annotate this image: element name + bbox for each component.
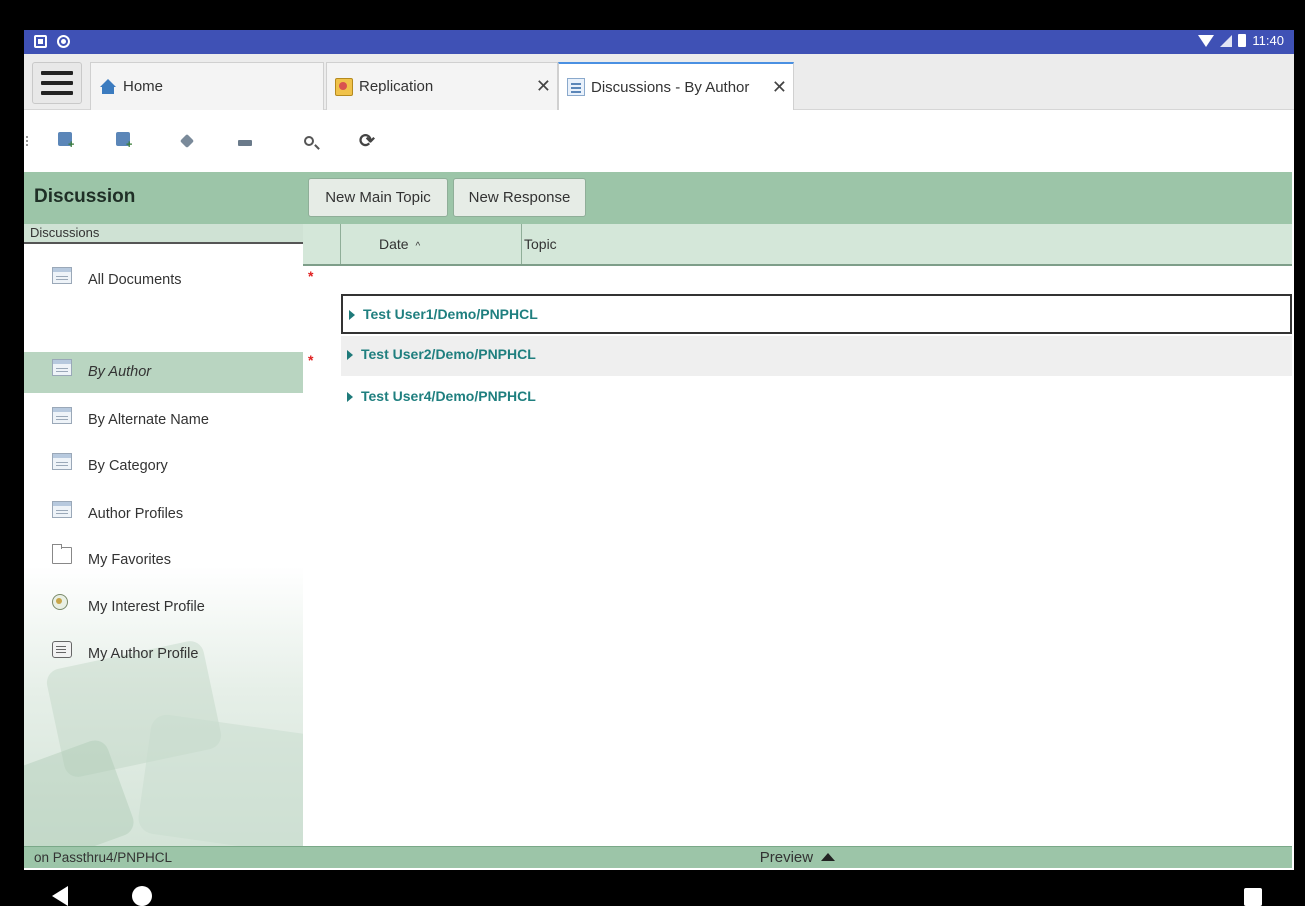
close-icon[interactable]: ✕ (772, 78, 787, 96)
nav-item-by-author[interactable]: By Author (24, 352, 303, 393)
chevron-up-icon (821, 853, 836, 861)
nav-item-my-favorites[interactable]: My Favorites (24, 540, 303, 581)
unread-marker: * (308, 268, 314, 284)
topic-column-header[interactable]: Topic (524, 236, 557, 252)
tab-label: Replication (359, 78, 434, 95)
category-label: Test User1/Demo/PNPHCL (363, 306, 538, 322)
sort-ascending-icon: ^ (415, 241, 421, 252)
hamburger-icon (41, 71, 73, 75)
delete-icon (238, 140, 252, 146)
refresh-tool[interactable]: ⟳ (356, 132, 378, 152)
edit-document-tool[interactable] (176, 132, 198, 152)
menu-button[interactable] (32, 62, 82, 104)
nav-item-label: By Author (88, 364, 152, 380)
date-column-label: Date (379, 236, 409, 252)
search-icon (304, 136, 314, 146)
hamburger-icon-line (41, 81, 73, 85)
status-time: 11:40 (1252, 33, 1284, 48)
nav-item-all-documents[interactable]: All Documents (24, 260, 303, 301)
toolbar-grip (26, 136, 28, 146)
view-navigator: Discussions All Documents By Author By A… (24, 224, 303, 846)
preview-label: Preview (759, 849, 814, 866)
battery-icon (1238, 34, 1247, 47)
nav-item-label: By Category (88, 458, 168, 474)
status-bar: 11:40 (24, 30, 1294, 54)
back-icon[interactable] (52, 886, 68, 906)
tab-label: Discussions - By Author (591, 78, 750, 96)
view-icon (52, 501, 72, 518)
nav-item-author-profiles[interactable]: Author Profiles (24, 494, 303, 535)
tab-replication[interactable]: Replication ✕ (326, 62, 558, 110)
background-decoration (136, 712, 303, 846)
close-icon[interactable]: ✕ (536, 77, 551, 95)
server-status: on Passthru4/PNPHCL (24, 846, 303, 868)
document-view: Date ^ Topic * Test User1/Demo/PNPHCL Te… (303, 224, 1292, 846)
search-tool[interactable] (298, 132, 320, 152)
system-navigation-bar (0, 870, 1305, 906)
nav-item-label: My Interest Profile (88, 599, 205, 615)
expand-icon[interactable] (347, 350, 353, 360)
interest-profile-icon (52, 594, 68, 610)
nav-item-label: My Favorites (88, 552, 171, 568)
new-response-icon (116, 132, 132, 155)
wifi-icon (1198, 34, 1215, 47)
view-icon (52, 267, 72, 284)
new-document-icon (58, 132, 74, 155)
home-button-icon[interactable] (132, 886, 152, 906)
tab-discussions-by-author[interactable]: Discussions - By Author ✕ (558, 62, 794, 110)
cell-signal-icon (1220, 34, 1233, 47)
sync-icon (57, 35, 70, 48)
nav-item-label: Author Profiles (88, 506, 184, 522)
new-main-topic-tool[interactable] (54, 132, 76, 155)
table-row[interactable]: Test User2/Demo/PNPHCL (341, 336, 1292, 376)
date-column-header[interactable]: Date ^ (379, 236, 420, 252)
column-separator (340, 224, 341, 264)
replication-icon (335, 77, 353, 96)
nav-item-label: All Documents (88, 272, 182, 288)
table-row[interactable]: Test User4/Demo/PNPHCL (341, 378, 1292, 418)
notification-icon (34, 35, 47, 48)
app-window: 11:40 Home Replication ✕ Discussions - B… (24, 30, 1294, 870)
tab-bar: Home Replication ✕ Discussions - By Auth… (24, 54, 1294, 110)
recent-apps-icon[interactable] (1244, 888, 1262, 906)
view-icon (52, 359, 72, 376)
tab-label: Home (123, 78, 164, 95)
refresh-icon: ⟳ (359, 131, 375, 152)
nav-header: Discussions (24, 224, 303, 244)
nav-item-by-alternate-name[interactable]: By Alternate Name (24, 400, 303, 441)
column-header: Date ^ Topic (303, 224, 1292, 266)
view-icon (52, 407, 72, 424)
nav-item-label: My Author Profile (88, 646, 199, 662)
delete-document-tool[interactable] (234, 132, 256, 152)
home-icon (99, 78, 117, 96)
category-label: Test User2/Demo/PNPHCL (361, 346, 536, 362)
column-separator (521, 224, 522, 264)
table-row[interactable]: Test User1/Demo/PNPHCL (341, 294, 1292, 334)
new-response-button[interactable]: New Response (453, 178, 586, 217)
page-title: Discussion (34, 186, 136, 207)
nav-item-my-author-profile[interactable]: My Author Profile (24, 634, 303, 675)
category-label: Test User4/Demo/PNPHCL (361, 388, 536, 404)
tab-home[interactable]: Home (90, 62, 324, 110)
expand-icon[interactable] (349, 310, 355, 320)
folder-icon (52, 544, 72, 564)
nav-item-label: By Alternate Name (88, 412, 209, 428)
header-band: Discussion New Main Topic New Response (24, 172, 1292, 224)
new-main-topic-button[interactable]: New Main Topic (308, 178, 448, 217)
expand-icon[interactable] (347, 392, 353, 402)
hamburger-icon-line (41, 91, 73, 95)
nav-item-my-interest-profile[interactable]: My Interest Profile (24, 587, 303, 628)
new-response-tool[interactable] (112, 132, 134, 155)
author-profile-icon (52, 641, 72, 658)
unread-marker: * (308, 352, 314, 368)
edit-icon (179, 133, 195, 149)
discussion-db-icon (567, 78, 585, 96)
action-toolbar: ⟳ (24, 110, 1294, 172)
preview-toggle[interactable]: Preview (303, 846, 1292, 868)
view-icon (52, 453, 72, 470)
nav-item-by-category[interactable]: By Category (24, 446, 303, 487)
